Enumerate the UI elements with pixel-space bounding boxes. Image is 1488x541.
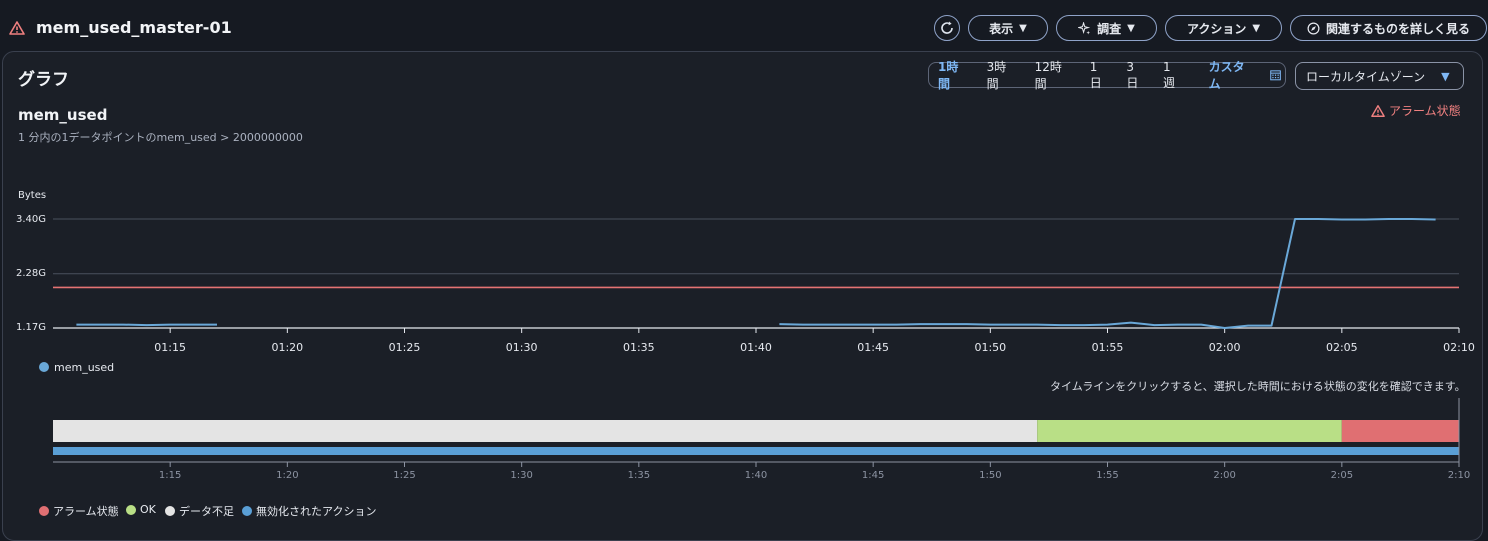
timeline-tick-label: 1:25: [393, 470, 416, 481]
timeline-state-ok[interactable]: [1037, 420, 1342, 442]
state-timeline[interactable]: [0, 0, 1488, 534]
timeline-disabled-actions-bar: [53, 447, 1459, 455]
legend-ok-label: OK: [140, 503, 156, 516]
timeline-tick-label: 1:35: [627, 470, 651, 481]
timeline-tick-label: 1:15: [158, 470, 182, 481]
legend-alarm: アラーム状態: [39, 503, 119, 519]
timeline-tick-label: 2:05: [1330, 470, 1354, 481]
timeline-tick-label: 2:10: [1447, 470, 1471, 481]
legend-ok: OK: [126, 503, 156, 516]
timeline-state-insufficient[interactable]: [53, 420, 1038, 442]
legend-disabled-actions: 無効化されたアクション: [242, 503, 376, 519]
timeline-state-alarm[interactable]: [1341, 420, 1459, 442]
legend-disabled-label: 無効化されたアクション: [256, 505, 377, 518]
legend-ok-swatch: [126, 504, 136, 515]
timeline-tick-label: 1:45: [861, 470, 885, 481]
legend-insufficient: データ不足: [165, 503, 234, 519]
legend-alarm-label: アラーム状態: [53, 505, 119, 518]
legend-insufficient-swatch: [165, 506, 175, 516]
timeline-tick-label: 1:50: [979, 470, 1002, 481]
legend-insufficient-label: データ不足: [179, 505, 234, 518]
timeline-tick-label: 2:00: [1213, 470, 1236, 481]
timeline-tick-label: 1:20: [276, 470, 299, 481]
legend-alarm-swatch: [39, 506, 49, 516]
timeline-tick-label: 1:30: [510, 470, 533, 481]
timeline-tick-label: 1:40: [744, 470, 768, 481]
legend-disabled-swatch: [242, 506, 252, 516]
timeline-tick-label: 1:55: [1096, 470, 1119, 481]
